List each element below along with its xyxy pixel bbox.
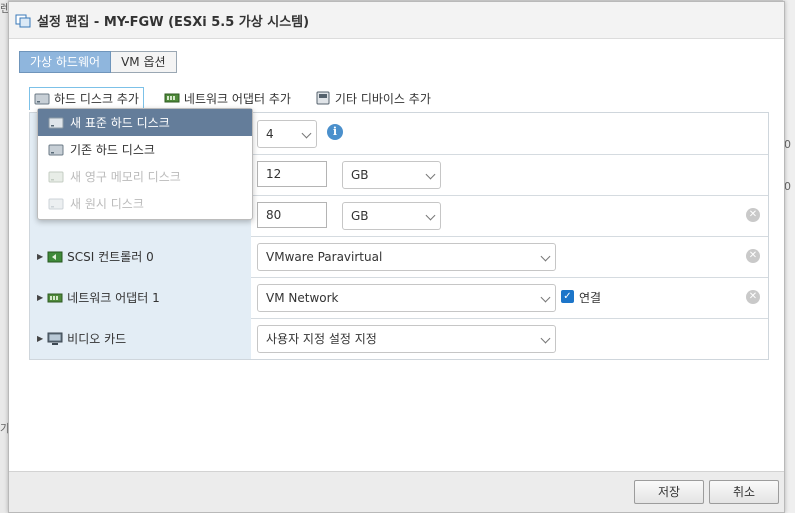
remove-device-icon[interactable]: ✕: [746, 249, 760, 263]
edit-settings-dialog: 설정 편집 - MY-FGW (ESXi 5.5 가상 시스템) 가상 하드웨어…: [8, 1, 785, 513]
scsi-controller-label: SCSI 컨트롤러 0: [67, 250, 154, 264]
add-device-toolbar: 하드 디스크 추가 네트워크 어댑터 추가 기타 디바이스 추가: [29, 86, 451, 110]
menu-item-label: 새 표준 하드 디스크: [70, 116, 170, 130]
connect-label: 연결: [579, 291, 602, 305]
disk-unit-value: GB: [351, 209, 369, 223]
add-network-adapter-label: 네트워크 어댑터 추가: [183, 91, 291, 106]
row-label-cell[interactable]: ▶ 네트워크 어댑터 1: [30, 277, 251, 318]
save-button[interactable]: 저장: [634, 480, 704, 504]
memory-unit-value: GB: [351, 168, 369, 182]
chevron-down-icon: [425, 210, 436, 221]
disk-size-input[interactable]: 80: [257, 202, 327, 228]
hardware-row-scsi: ▶ SCSI 컨트롤러 0 VMware Paravirtual ✕: [30, 236, 768, 278]
network-card-icon: [47, 293, 63, 302]
background-text: 0: [784, 138, 791, 151]
hard-disk-icon: [48, 144, 64, 155]
add-other-device-button[interactable]: 기타 디바이스 추가: [311, 87, 435, 109]
add-hard-disk-button[interactable]: 하드 디스크 추가: [29, 86, 144, 110]
expand-caret-icon[interactable]: ▶: [37, 334, 43, 343]
device-icon: [316, 91, 330, 105]
menu-item-label: 기존 하드 디스크: [70, 143, 155, 157]
cancel-button[interactable]: 취소: [709, 480, 779, 504]
hardware-row-network: ▶ 네트워크 어댑터 1 VM Network ✓ 연결 ✕: [30, 277, 768, 319]
menu-item-existing-disk[interactable]: 기존 하드 디스크: [38, 136, 252, 163]
scsi-controller-icon: [47, 251, 63, 262]
row-label-cell[interactable]: ▶ SCSI 컨트롤러 0: [30, 236, 251, 277]
chevron-down-icon: [540, 251, 551, 262]
chevron-down-icon: [301, 128, 312, 139]
video-settings-select[interactable]: 사용자 지정 설정 지정: [257, 325, 556, 353]
chevron-down-icon: [540, 333, 551, 344]
hardware-row-video: ▶ 비디오 카드 사용자 지정 설정 지정: [30, 318, 768, 359]
remove-device-icon[interactable]: ✕: [746, 290, 760, 304]
vm-settings-icon: [15, 14, 31, 28]
expand-caret-icon[interactable]: ▶: [37, 293, 43, 302]
remove-device-icon[interactable]: ✕: [746, 208, 760, 222]
background-text: 0: [784, 180, 791, 193]
monitor-icon: [47, 332, 63, 345]
memory-unit-select[interactable]: GB: [342, 161, 441, 189]
disk-unit-select[interactable]: GB: [342, 202, 441, 230]
background-page-left: 렌 가: [0, 0, 10, 513]
scsi-type-value: VMware Paravirtual: [266, 250, 383, 264]
dialog-tabs: 가상 하드웨어 VM 옵션: [19, 51, 177, 73]
video-settings-value: 사용자 지정 설정 지정: [266, 332, 377, 346]
add-other-device-label: 기타 디바이스 추가: [334, 91, 431, 106]
tab-vm-options[interactable]: VM 옵션: [111, 51, 177, 73]
add-hard-disk-menu: 새 표준 하드 디스크 기존 하드 디스크 새 영구 메모리 디스크 새 원시 …: [37, 108, 253, 220]
menu-item-new-standard-disk[interactable]: 새 표준 하드 디스크: [38, 109, 252, 136]
connect-checkbox[interactable]: ✓: [561, 290, 574, 303]
network-select[interactable]: VM Network: [257, 284, 556, 312]
cpu-count-value: 4: [266, 127, 274, 141]
add-hard-disk-label: 하드 디스크 추가: [54, 92, 139, 106]
raw-disk-icon: [48, 198, 64, 209]
chevron-down-icon: [540, 292, 551, 303]
scsi-type-select[interactable]: VMware Paravirtual: [257, 243, 556, 271]
cpu-count-select[interactable]: 4: [257, 120, 317, 148]
menu-item-label: 새 원시 디스크: [70, 197, 144, 211]
dialog-titlebar[interactable]: 설정 편집 - MY-FGW (ESXi 5.5 가상 시스템): [9, 2, 784, 39]
network-adapter-label: 네트워크 어댑터 1: [67, 291, 160, 305]
menu-item-new-raw-disk: 새 원시 디스크: [38, 190, 252, 217]
expand-caret-icon[interactable]: ▶: [37, 252, 43, 261]
memory-size-input[interactable]: 12: [257, 161, 327, 187]
row-label-cell[interactable]: ▶ 비디오 카드: [30, 318, 251, 359]
menu-item-new-pmem-disk: 새 영구 메모리 디스크: [38, 163, 252, 190]
tab-virtual-hardware[interactable]: 가상 하드웨어: [19, 51, 112, 73]
info-icon[interactable]: i: [327, 124, 343, 140]
network-value: VM Network: [266, 291, 339, 305]
pmem-disk-icon: [48, 171, 64, 182]
hard-disk-icon: [48, 117, 64, 128]
add-network-adapter-button[interactable]: 네트워크 어댑터 추가: [160, 87, 295, 109]
menu-item-label: 새 영구 메모리 디스크: [70, 170, 181, 184]
dialog-footer: 저장 취소: [9, 471, 784, 512]
network-card-icon: [164, 93, 180, 103]
video-card-label: 비디오 카드: [67, 332, 127, 346]
chevron-down-icon: [425, 169, 436, 180]
hard-disk-icon: [34, 93, 50, 104]
dialog-title: 설정 편집 - MY-FGW (ESXi 5.5 가상 시스템): [37, 14, 310, 30]
